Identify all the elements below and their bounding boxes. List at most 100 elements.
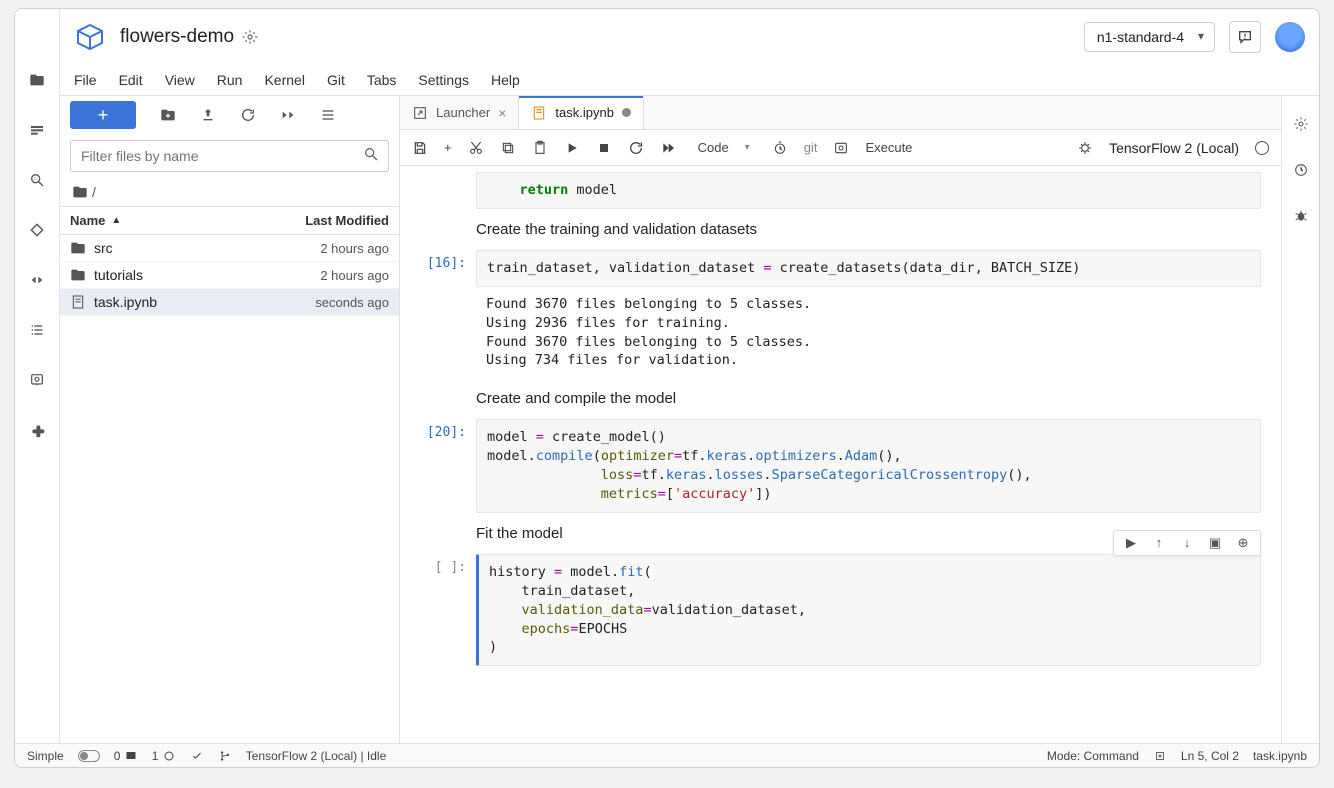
cell-output: Found 3670 files belonging to 5 classes.… — [476, 287, 1261, 379]
cell-prompt: [20]: — [408, 419, 476, 513]
stop-icon[interactable] — [596, 140, 612, 156]
file-row[interactable]: task.ipynbseconds ago — [60, 289, 399, 316]
status-mode-simple[interactable]: Simple — [27, 749, 64, 763]
column-header-modified[interactable]: Last Modified — [269, 207, 399, 234]
menu-help[interactable]: Help — [491, 72, 520, 88]
file-name: tutorials — [94, 267, 320, 283]
machine-type-select[interactable]: n1-standard-4 — [1084, 22, 1215, 52]
file-filter-input[interactable] — [70, 140, 389, 172]
file-row[interactable]: tutorials2 hours ago — [60, 262, 399, 289]
file-name: src — [94, 240, 320, 256]
timing-icon[interactable] — [772, 140, 788, 156]
folder-icon — [70, 267, 88, 283]
save-icon[interactable] — [412, 140, 428, 156]
upload-icon[interactable] — [200, 107, 216, 123]
menu-run[interactable]: Run — [217, 72, 243, 88]
snapshot-icon[interactable] — [833, 140, 849, 156]
move-down-icon[interactable]: ↓ — [1178, 535, 1196, 551]
notebook-cell[interactable]: return model — [408, 172, 1261, 209]
search-icon — [363, 146, 379, 162]
move-up-icon[interactable]: ↑ — [1150, 535, 1168, 551]
run-cell-icon[interactable]: ▶ — [1122, 535, 1140, 551]
new-launcher-button[interactable]: + — [70, 101, 136, 129]
tab-task-ipynb[interactable]: task.ipynb — [519, 96, 644, 129]
notebook-cell[interactable]: Create the training and validation datas… — [408, 215, 1261, 244]
property-inspector-icon[interactable] — [1293, 116, 1309, 132]
titlebar: flowers-demo n1-standard-4 — [60, 9, 1319, 65]
git-toolbar-label[interactable]: git — [804, 140, 818, 155]
file-list: src2 hours agotutorials2 hours agotask.i… — [60, 235, 399, 316]
project-settings-icon[interactable] — [242, 29, 258, 45]
copy-icon[interactable] — [500, 140, 516, 156]
menu-tabs[interactable]: Tabs — [367, 72, 397, 88]
menu-bar: File Edit View Run Kernel Git Tabs Setti… — [60, 65, 1319, 95]
kernel-name[interactable]: TensorFlow 2 (Local) — [1109, 140, 1239, 156]
cut-icon[interactable] — [468, 140, 484, 156]
search-activity-icon[interactable]: ○ — [26, 169, 48, 191]
menu-edit[interactable]: Edit — [119, 72, 143, 88]
cell-type-select[interactable]: Code▾ — [692, 140, 756, 155]
project-name: flowers-demo — [120, 26, 234, 48]
folder-icon — [70, 240, 88, 256]
cell-prompt — [408, 384, 476, 413]
commands-icon[interactable] — [26, 269, 48, 291]
menu-git[interactable]: Git — [327, 72, 345, 88]
debug-icon[interactable] — [1077, 140, 1093, 156]
unsaved-dot-icon — [622, 108, 631, 117]
delete-cell-icon[interactable]: ▣ — [1206, 535, 1224, 551]
menu-settings[interactable]: Settings — [418, 72, 469, 88]
notebook-cell[interactable]: [ ]:history = model.fit( train_dataset, … — [408, 554, 1261, 666]
svg-text:○: ○ — [34, 177, 37, 183]
code-input[interactable]: history = model.fit( train_dataset, vali… — [476, 554, 1261, 666]
paste-icon[interactable] — [532, 140, 548, 156]
debugger-icon[interactable] — [1293, 208, 1309, 224]
file-modified: 2 hours ago — [320, 241, 389, 256]
tab-label: task.ipynb — [555, 105, 614, 120]
status-notification-icon[interactable] — [1153, 750, 1167, 762]
extensions-icon[interactable] — [26, 419, 48, 441]
status-editor-mode: Mode: Command — [1047, 749, 1139, 763]
add-cell-icon[interactable]: + — [444, 140, 452, 155]
run-all-icon[interactable] — [660, 140, 676, 156]
notebook-cell[interactable]: [16]:train_dataset, validation_dataset =… — [408, 250, 1261, 378]
status-kernel-text[interactable]: TensorFlow 2 (Local) | Idle — [246, 749, 387, 763]
file-modified: 2 hours ago — [320, 268, 389, 283]
refresh-icon[interactable] — [240, 107, 256, 123]
code-input[interactable]: return model — [476, 172, 1261, 209]
notebook-cell[interactable]: [20]:model = create_model() model.compil… — [408, 419, 1261, 513]
tab-launcher[interactable]: Launcher × — [400, 96, 519, 129]
folder-icon[interactable] — [26, 69, 48, 91]
execute-label[interactable]: Execute — [865, 140, 912, 155]
status-checkmark-icon — [190, 750, 204, 762]
new-folder-icon[interactable] — [160, 107, 176, 123]
column-header-name[interactable]: Name▲ — [60, 207, 269, 234]
path-breadcrumb[interactable]: / — [60, 178, 399, 206]
file-row[interactable]: src2 hours ago — [60, 235, 399, 262]
menu-view[interactable]: View — [165, 72, 195, 88]
status-terminals[interactable]: 0 — [114, 749, 138, 763]
user-avatar[interactable] — [1275, 22, 1305, 52]
sessions-icon[interactable] — [1293, 162, 1309, 178]
feedback-button[interactable] — [1229, 21, 1261, 53]
status-git-branch-icon[interactable] — [218, 749, 232, 763]
running-icon[interactable] — [26, 119, 48, 141]
close-icon[interactable]: × — [498, 105, 506, 121]
git-icon[interactable] — [26, 219, 48, 241]
more-icon[interactable]: ⊕ — [1234, 535, 1252, 551]
git-clone-icon[interactable] — [280, 107, 296, 123]
notebook-cell[interactable]: Create and compile the model — [408, 384, 1261, 413]
cell-prompt — [408, 519, 476, 548]
executor-icon[interactable] — [26, 369, 48, 391]
run-icon[interactable] — [564, 140, 580, 156]
code-input[interactable]: model = create_model() model.compile(opt… — [476, 419, 1261, 513]
status-kernels[interactable]: 1 — [152, 749, 176, 763]
restart-icon[interactable] — [628, 140, 644, 156]
markdown-text: Create and compile the model — [476, 384, 1261, 413]
toc-icon[interactable] — [26, 319, 48, 341]
code-input[interactable]: train_dataset, validation_dataset = crea… — [476, 250, 1261, 287]
menu-kernel[interactable]: Kernel — [264, 72, 304, 88]
list-view-icon[interactable] — [320, 107, 336, 123]
tab-label: Launcher — [436, 105, 490, 120]
file-name: task.ipynb — [94, 294, 315, 310]
menu-file[interactable]: File — [74, 72, 97, 88]
